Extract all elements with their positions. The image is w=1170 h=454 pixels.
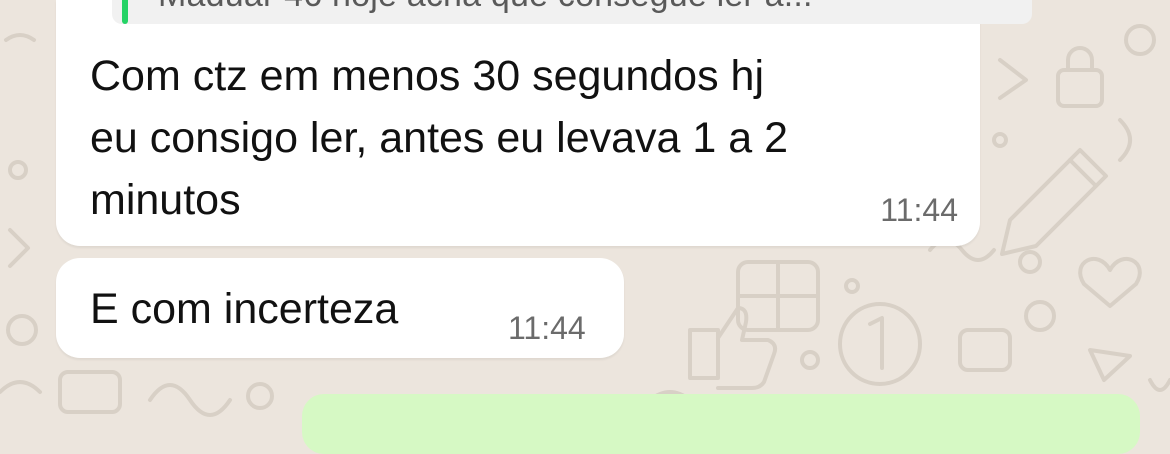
outgoing-message-bubble[interactable] — [302, 394, 1140, 454]
wallpaper-doodle-pencil-icon — [1000, 148, 1108, 256]
message-timestamp: 11:44 — [508, 310, 586, 346]
incoming-message-bubble[interactable]: E com incerteza 11:44 — [56, 258, 624, 358]
quoted-reply-preview[interactable]: Maduar 46 hoje acha que consegue ler a..… — [112, 0, 1032, 24]
message-text: E com incerteza — [90, 285, 399, 333]
message-text: Com ctz em menos 30 segundos hj eu consi… — [90, 52, 789, 224]
wallpaper-doodle-lock-icon — [1056, 46, 1104, 108]
incoming-message-bubble[interactable]: Maduar 46 hoje acha que consegue ler a..… — [56, 0, 1032, 246]
wallpaper-doodle-coin-icon — [838, 302, 922, 386]
wallpaper-doodle-gift-icon — [736, 260, 820, 332]
message-timestamp: 11:44 — [880, 192, 958, 228]
quoted-message-text: Maduar 46 hoje acha que consegue ler a..… — [158, 0, 813, 15]
wallpaper-doodle-heart-icon — [1078, 257, 1142, 308]
wallpaper-doodle-thumbs-up-icon — [688, 306, 778, 390]
quote-accent-bar — [122, 0, 128, 24]
